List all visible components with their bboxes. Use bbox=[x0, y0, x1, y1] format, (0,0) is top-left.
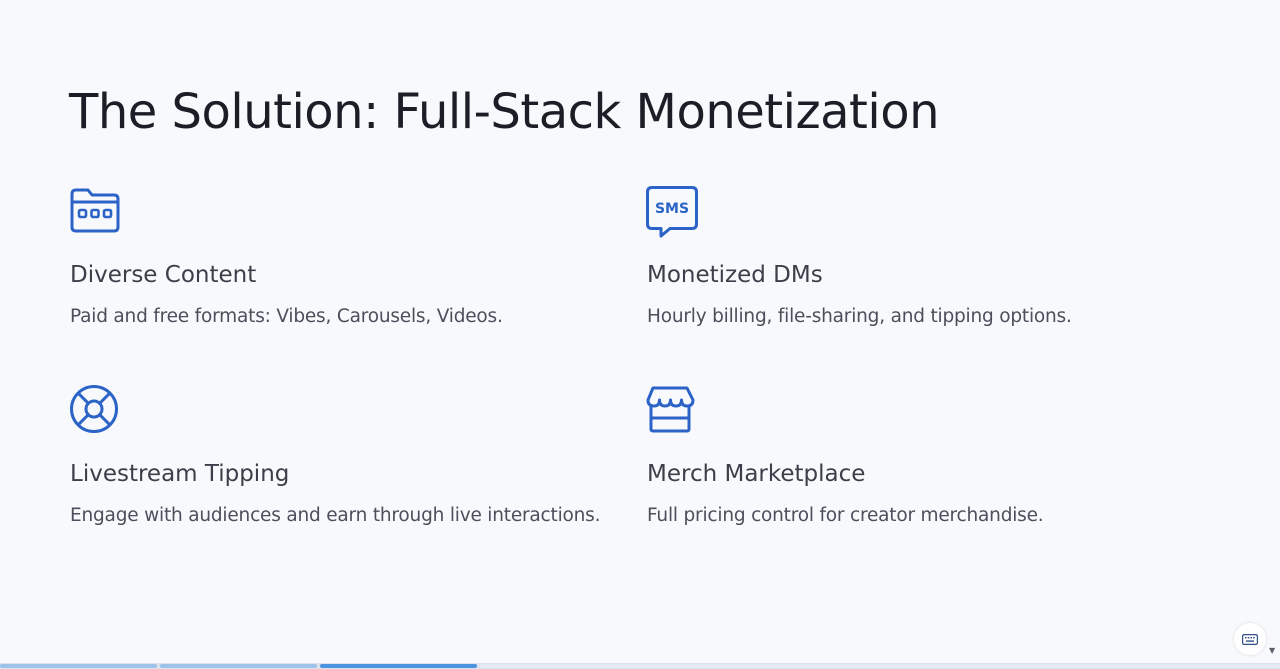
feature-description: Hourly billing, file-sharing, and tippin… bbox=[647, 306, 1072, 327]
chevron-down-icon[interactable]: ▼ bbox=[1269, 646, 1275, 655]
progress-track-remaining bbox=[480, 664, 1280, 668]
sms-chat-icon: SMS bbox=[646, 186, 698, 238]
feature-description: Engage with audiences and earn through l… bbox=[70, 505, 601, 526]
page-title: The Solution: Full-Stack Monetization bbox=[69, 84, 940, 140]
feature-heading: Livestream Tipping bbox=[70, 461, 290, 487]
slide-progress-bar bbox=[0, 663, 1280, 669]
feature-description: Full pricing control for creator merchan… bbox=[647, 505, 1044, 526]
slide: The Solution: Full-Stack Monetization Di… bbox=[0, 0, 1280, 669]
keyboard-icon bbox=[1242, 633, 1258, 645]
lifebuoy-icon bbox=[69, 385, 121, 437]
feature-description: Paid and free formats: Vibes, Carousels,… bbox=[70, 306, 503, 327]
progress-segment[interactable] bbox=[0, 664, 157, 668]
storefront-icon bbox=[646, 385, 698, 437]
folder-dots-icon bbox=[69, 186, 121, 238]
feature-heading: Merch Marketplace bbox=[647, 461, 866, 487]
svg-text:SMS: SMS bbox=[655, 201, 689, 217]
keyboard-shortcuts-button[interactable] bbox=[1234, 623, 1266, 655]
progress-segment[interactable] bbox=[160, 664, 317, 668]
progress-segment-current[interactable] bbox=[320, 664, 477, 668]
feature-heading: Diverse Content bbox=[70, 262, 257, 288]
feature-heading: Monetized DMs bbox=[647, 262, 823, 288]
